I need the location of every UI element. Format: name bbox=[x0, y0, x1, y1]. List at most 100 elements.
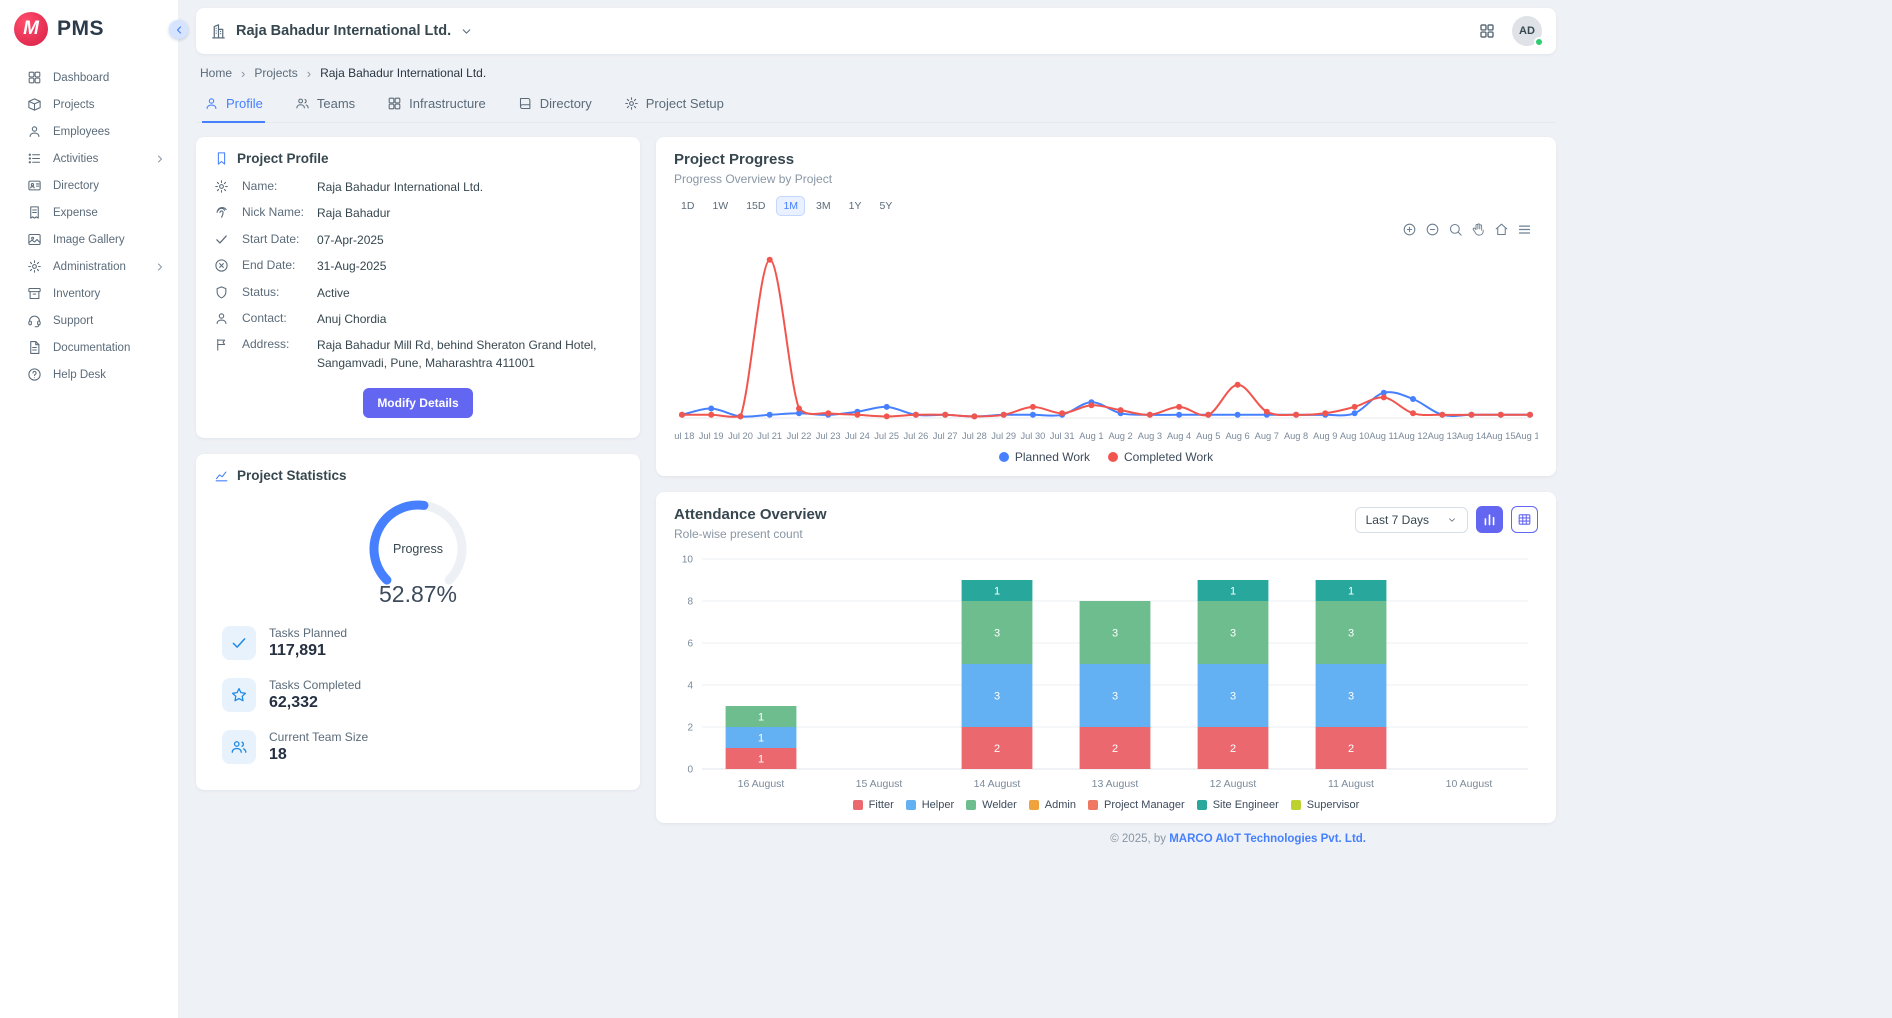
help-desk-icon bbox=[27, 367, 42, 382]
tab-infrastructure[interactable]: Infrastructure bbox=[385, 89, 488, 123]
svg-text:13 August: 13 August bbox=[1092, 778, 1139, 790]
gear-icon bbox=[214, 179, 229, 194]
sidebar-item-projects[interactable]: Projects bbox=[0, 91, 178, 118]
project-progress-chart[interactable]: Jul 18Jul 19Jul 20Jul 21Jul 22Jul 23Jul … bbox=[674, 218, 1538, 448]
stat-item-tasks-completed: Tasks Completed 62,332 bbox=[214, 678, 622, 712]
sidebar-item-image-gallery[interactable]: Image Gallery bbox=[0, 226, 178, 253]
svg-text:Aug 5: Aug 5 bbox=[1196, 431, 1220, 441]
svg-text:Aug 6: Aug 6 bbox=[1225, 431, 1249, 441]
svg-text:Aug 4: Aug 4 bbox=[1167, 431, 1191, 441]
tab-directory[interactable]: Directory bbox=[516, 89, 594, 123]
svg-text:3: 3 bbox=[1230, 628, 1236, 640]
table-view-button[interactable] bbox=[1511, 506, 1538, 533]
legend-item-admin[interactable]: Admin bbox=[1029, 799, 1076, 811]
company-selector[interactable]: Raja Bahadur International Ltd. bbox=[210, 23, 473, 40]
field-value: 31-Aug-2025 bbox=[317, 258, 622, 275]
building-icon bbox=[210, 23, 227, 40]
brand[interactable]: M PMS bbox=[0, 0, 178, 60]
progress-gauge: Progress bbox=[214, 497, 622, 593]
legend-marker bbox=[999, 452, 1009, 462]
sidebar-item-support[interactable]: Support bbox=[0, 307, 178, 334]
projects-icon bbox=[27, 97, 42, 112]
chart-subtitle: Progress Overview by Project bbox=[674, 172, 1538, 186]
footer: © 2025, by MARCO AIoT Technologies Pvt. … bbox=[656, 833, 1556, 845]
date-range-select[interactable]: Last 7 Days bbox=[1355, 507, 1468, 533]
breadcrumb-item-home[interactable]: Home bbox=[200, 66, 232, 80]
sidebar-item-label: Image Gallery bbox=[53, 234, 125, 246]
range-1w-button[interactable]: 1W bbox=[705, 196, 735, 216]
user-avatar[interactable]: AD bbox=[1512, 16, 1542, 46]
svg-text:1: 1 bbox=[994, 586, 1000, 598]
range-1d-button[interactable]: 1D bbox=[674, 196, 701, 216]
svg-text:15 August: 15 August bbox=[856, 778, 903, 790]
selection-zoom-icon[interactable] bbox=[1448, 222, 1463, 237]
tab-teams[interactable]: Teams bbox=[293, 89, 357, 123]
zoom-in-icon[interactable] bbox=[1402, 222, 1417, 237]
sidebar-item-label: Directory bbox=[53, 180, 99, 192]
legend-item-fitter[interactable]: Fitter bbox=[853, 799, 894, 811]
sidebar-item-expense[interactable]: Expense bbox=[0, 199, 178, 226]
gear-icon bbox=[624, 96, 639, 111]
sidebar-item-directory[interactable]: Directory bbox=[0, 172, 178, 199]
legend-item-completed-work[interactable]: Completed Work bbox=[1108, 450, 1213, 464]
bar-chart-legend: Fitter Helper Welder Admin Project Manag… bbox=[674, 799, 1538, 811]
sidebar-item-label: Documentation bbox=[53, 342, 130, 354]
sidebar-item-label: Dashboard bbox=[53, 72, 109, 84]
range-3m-button[interactable]: 3M bbox=[809, 196, 838, 216]
svg-text:Aug 10: Aug 10 bbox=[1340, 431, 1369, 441]
sidebar-item-administration[interactable]: Administration bbox=[0, 253, 178, 280]
tab-project-setup[interactable]: Project Setup bbox=[622, 89, 726, 123]
field-value: Raja Bahadur bbox=[317, 205, 622, 222]
range-1y-button[interactable]: 1Y bbox=[842, 196, 869, 216]
home-icon[interactable] bbox=[1494, 222, 1509, 237]
stat-list: Tasks Planned 117,891 Tasks Completed 62… bbox=[214, 626, 622, 764]
top-header: Raja Bahadur International Ltd. AD bbox=[196, 8, 1556, 54]
stat-item-tasks-planned: Tasks Planned 117,891 bbox=[214, 626, 622, 660]
pan-icon[interactable] bbox=[1471, 222, 1486, 237]
range-15d-button[interactable]: 15D bbox=[739, 196, 772, 216]
range-5y-button[interactable]: 5Y bbox=[872, 196, 899, 216]
breadcrumb-item-raja-bahadur-international-ltd: Raja Bahadur International Ltd. bbox=[320, 66, 486, 80]
menu-icon[interactable] bbox=[1517, 222, 1532, 237]
sidebar-item-employees[interactable]: Employees bbox=[0, 118, 178, 145]
sidebar-item-inventory[interactable]: Inventory bbox=[0, 280, 178, 307]
tab-profile[interactable]: Profile bbox=[202, 89, 265, 123]
sidebar-item-documentation[interactable]: Documentation bbox=[0, 334, 178, 361]
chart-icon bbox=[214, 468, 229, 483]
legend-label: Admin bbox=[1045, 799, 1076, 811]
field-label: Nick Name: bbox=[242, 205, 304, 219]
svg-text:6: 6 bbox=[687, 639, 693, 650]
sidebar-item-dashboard[interactable]: Dashboard bbox=[0, 64, 178, 91]
modify-details-button[interactable]: Modify Details bbox=[363, 388, 472, 418]
stat-value: 117,891 bbox=[269, 642, 347, 660]
attendance-chart[interactable]: 024681011116 August15 August233114 Augus… bbox=[674, 547, 1538, 795]
project-statistics-card: Project Statistics Progress 52.87% Tasks… bbox=[196, 454, 640, 790]
svg-text:Jul 25: Jul 25 bbox=[874, 431, 899, 441]
svg-text:Jul 31: Jul 31 bbox=[1050, 431, 1075, 441]
sidebar-item-activities[interactable]: Activities bbox=[0, 145, 178, 172]
image-gallery-icon bbox=[27, 232, 42, 247]
legend-item-supervisor[interactable]: Supervisor bbox=[1291, 799, 1360, 811]
legend-marker bbox=[1088, 800, 1098, 810]
chevron-down-icon bbox=[460, 25, 473, 38]
legend-item-helper[interactable]: Helper bbox=[906, 799, 954, 811]
sidebar-item-label: Expense bbox=[53, 207, 98, 219]
zoom-out-icon[interactable] bbox=[1425, 222, 1440, 237]
x-circle-icon bbox=[214, 258, 229, 273]
sidebar-collapse-button[interactable] bbox=[169, 20, 188, 39]
legend-item-planned-work[interactable]: Planned Work bbox=[999, 450, 1090, 464]
grid-icon bbox=[387, 96, 402, 111]
online-status-dot bbox=[1534, 37, 1544, 47]
shield-icon bbox=[214, 285, 229, 300]
legend-item-project-manager[interactable]: Project Manager bbox=[1088, 799, 1185, 811]
legend-label: Site Engineer bbox=[1213, 799, 1279, 811]
legend-item-welder[interactable]: Welder bbox=[966, 799, 1017, 811]
sidebar-item-help-desk[interactable]: Help Desk bbox=[0, 361, 178, 388]
breadcrumb-item-projects[interactable]: Projects bbox=[254, 66, 297, 80]
field-label: Address: bbox=[242, 337, 304, 351]
range-1m-button[interactable]: 1M bbox=[776, 196, 805, 216]
bar-view-button[interactable] bbox=[1476, 506, 1503, 533]
apps-grid-icon[interactable] bbox=[1478, 22, 1496, 40]
legend-item-site-engineer[interactable]: Site Engineer bbox=[1197, 799, 1279, 811]
footer-link[interactable]: MARCO AIoT Technologies Pvt. Ltd. bbox=[1169, 833, 1366, 845]
